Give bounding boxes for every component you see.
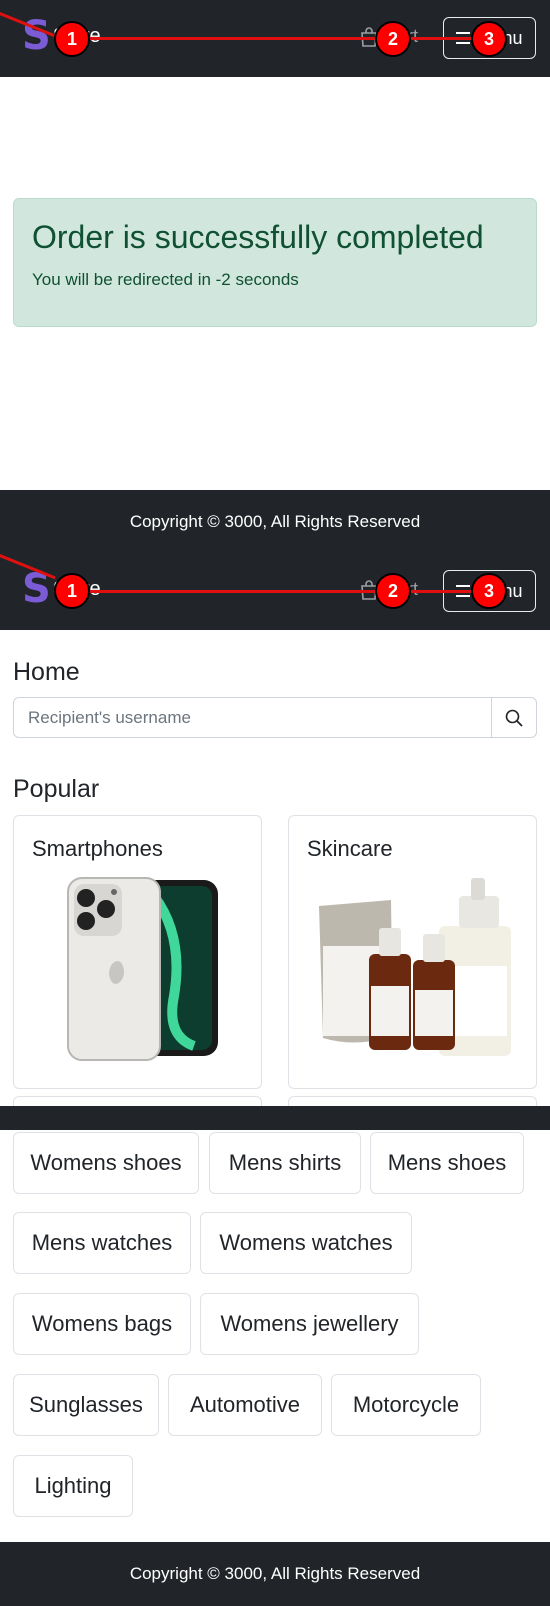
smartphone-image — [67, 877, 218, 1061]
alert-message: You will be redirected in -2 seconds — [32, 270, 299, 289]
alert-title: Order is successfully completed — [32, 219, 484, 255]
category-button[interactable]: Womens shoes — [13, 1132, 199, 1194]
category-card-skincare[interactable]: Skincare — [288, 815, 537, 1089]
annotation-marker: 3 — [471, 21, 507, 57]
search-icon — [505, 709, 523, 727]
annotation-marker: 2 — [375, 21, 411, 57]
success-alert: Order is successfully completed You will… — [13, 198, 537, 327]
card-title: Skincare — [307, 836, 393, 861]
category-button[interactable]: Mens shoes — [370, 1132, 524, 1194]
category-button[interactable]: Sunglasses — [13, 1374, 159, 1436]
search-group — [13, 697, 537, 738]
category-button[interactable]: Mens shirts — [209, 1132, 361, 1194]
copyright-text: Copyright © 3000, All Rights Reserved — [129, 512, 421, 531]
home-title: Home — [13, 658, 80, 686]
category-button[interactable]: Mens watches — [13, 1212, 191, 1274]
category-button[interactable]: Womens watches — [200, 1212, 412, 1274]
category-button[interactable]: Lighting — [13, 1455, 133, 1517]
skincare-image — [319, 878, 511, 1056]
category-button[interactable]: Automotive — [168, 1374, 322, 1436]
annotation-marker: 3 — [471, 573, 507, 609]
copyright-text: Copyright © 3000, All Rights Reserved — [129, 1564, 421, 1583]
category-button[interactable]: Womens bags — [13, 1293, 191, 1355]
category-button[interactable]: Motorcycle — [331, 1374, 481, 1436]
annotation-line — [72, 590, 492, 593]
footer: Copyright © 3000, All Rights Reserved — [0, 490, 550, 554]
card-title: Smartphones — [32, 836, 163, 861]
category-button[interactable]: Womens jewellery — [200, 1293, 419, 1355]
popular-title: Popular — [13, 775, 100, 803]
search-input[interactable] — [13, 697, 492, 738]
search-button[interactable] — [492, 697, 537, 738]
category-card-smartphones[interactable]: Smartphones — [13, 815, 262, 1089]
annotation-line — [72, 37, 492, 40]
annotation-marker: 1 — [54, 21, 90, 57]
annotation-marker: 2 — [375, 573, 411, 609]
footer: Copyright © 3000, All Rights Reserved — [0, 1542, 550, 1606]
annotation-marker: 1 — [54, 573, 90, 609]
sticky-navbar-strip — [0, 1106, 550, 1130]
